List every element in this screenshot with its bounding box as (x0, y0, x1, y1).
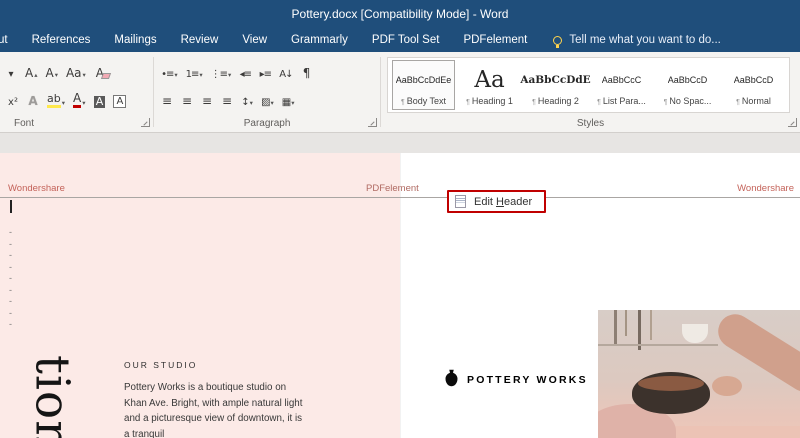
pottery-tool-stick (625, 310, 627, 336)
font-color-button[interactable]: A ▾ (70, 87, 88, 109)
header-boundary-line (0, 197, 800, 198)
align-center-button[interactable]: ≡ (178, 87, 196, 109)
numbering-button[interactable]: 1≡ ▾ (183, 59, 206, 81)
show-paragraph-marks-button[interactable]: ¶ (298, 59, 316, 81)
ribbon-tab-bar: ut References Mailings Review View Gramm… (0, 28, 800, 52)
pottery-tool-stick (614, 310, 617, 344)
paragraph-style-icon: ¶ (532, 99, 536, 106)
paragraph-style-icon: ¶ (597, 99, 601, 106)
word-window: Pottery.docx [Compatibility Mode] - Word… (0, 0, 800, 438)
sort-button[interactable]: A↓ (276, 59, 295, 81)
white-cup (682, 324, 708, 343)
align-right-button[interactable]: ≡ (198, 87, 216, 109)
studio-paragraph: Pottery Works is a boutique studio on Kh… (124, 382, 303, 438)
titlebar: Pottery.docx [Compatibility Mode] - Word (0, 0, 800, 28)
change-case-button[interactable]: Aa ▾ (63, 59, 89, 81)
increase-indent-button[interactable]: ▸≡ (256, 59, 274, 81)
styles-dialog-launcher-icon[interactable] (788, 118, 797, 127)
edit-header-label: Edit Header (474, 195, 533, 208)
ribbon: ▾ A▴ A▾ Aa▾ A x² A ab▾ A▾ A A Font (0, 52, 800, 133)
tell-me-text: Tell me what you want to do... (569, 34, 721, 46)
line-spacing-button[interactable]: ↕ ▾ (238, 87, 256, 109)
paragraph-style-icon: ¶ (736, 99, 740, 106)
paragraph-style-icon: ¶ (663, 99, 668, 106)
grow-font-button[interactable]: A ▴ (22, 59, 40, 81)
style-normal[interactable]: AaBbCcD ¶ Normal (722, 60, 785, 110)
font-dialog-launcher-icon[interactable] (141, 118, 151, 127)
edit-header-highlight-box: Edit Header (447, 190, 547, 213)
watermark-pdfelement: PDFelement (366, 183, 419, 194)
superscript-button[interactable]: x² (4, 87, 22, 109)
text-highlight-color-button[interactable]: ab ▾ (44, 87, 68, 109)
watermark-wondershare-right: Wondershare (737, 183, 794, 194)
rotated-title-text: tion (24, 355, 80, 438)
text-effects-button[interactable]: A (24, 87, 42, 109)
pottery-works-logo-icon (445, 369, 458, 387)
document-area[interactable]: Wondershare PDFelement Wondershare - - -… (0, 133, 800, 438)
style-list-paragraph[interactable]: AaBbCcC ¶ List Para... (590, 60, 653, 110)
character-shading-button[interactable]: A (90, 87, 108, 109)
font-size-dropdown-arrow[interactable]: ▾ (2, 59, 20, 81)
empty-paragraph-marks: - - - - - - - - - (9, 227, 12, 329)
paragraph-dialog-launcher-icon[interactable] (368, 118, 378, 127)
edit-header-document-icon (455, 195, 466, 208)
window-title: Pottery.docx [Compatibility Mode] - Word (291, 7, 509, 21)
multilevel-list-button[interactable]: ⋮≡ ▾ (208, 59, 235, 81)
tab-review[interactable]: Review (169, 28, 231, 52)
pottery-photo (598, 310, 800, 438)
font-group: ▾ A ▴ A ▾ Aa ▾ A x² A ab ▾ A ▾ A A Font (0, 52, 153, 132)
tool-shelf (598, 344, 718, 346)
tab-view[interactable]: View (230, 28, 279, 52)
tab-references[interactable]: References (20, 28, 103, 52)
paragraph-style-icon: ¶ (466, 99, 470, 106)
bullets-button[interactable]: •≡ ▾ (158, 59, 181, 81)
style-heading-2[interactable]: AaBbCcDdE ¶ Heading 2 (520, 60, 590, 110)
style-heading-1[interactable]: Aa ¶ Heading 1 (458, 60, 521, 110)
edit-header-menu-item[interactable]: Edit Header (449, 192, 544, 211)
enclose-characters-button[interactable]: A (110, 87, 129, 109)
shrink-font-button[interactable]: A ▾ (42, 59, 60, 81)
borders-button[interactable]: ▦ ▾ (279, 87, 298, 109)
tab-pdf-tool-set[interactable]: PDF Tool Set (360, 28, 452, 52)
justify-button[interactable]: ≡ (218, 87, 236, 109)
pottery-works-logo-text: POTTERY WORKS (467, 374, 588, 386)
pottery-tool-stick (650, 310, 652, 340)
style-body-text[interactable]: AaBbCcDdEe ¶ Body Text (392, 60, 455, 110)
clear-formatting-button[interactable]: A (91, 59, 109, 81)
lightbulb-icon (553, 35, 563, 48)
text-cursor (10, 200, 12, 213)
our-studio-heading: OUR STUDIO (124, 360, 198, 370)
font-group-label: Font (14, 118, 35, 129)
watermark-wondershare-left: Wondershare (8, 183, 65, 194)
styles-group-label: Styles (576, 118, 605, 129)
paragraph-group: •≡ ▾ 1≡ ▾ ⋮≡ ▾ ◂≡ ▸≡ A↓ ¶ ≡ ≡ ≡ ≡ ↕ ▾ ▨ ▾ ▦ ▾ (154, 52, 380, 132)
style-no-spacing[interactable]: AaBbCcD ¶ No Spac... (656, 60, 719, 110)
decrease-indent-button[interactable]: ◂≡ (236, 59, 254, 81)
styles-group: AaBbCcDdEe ¶ Body Text Aa ¶ Heading 1 AaBb… (381, 52, 800, 132)
artisan-hand (712, 376, 742, 396)
copper-bowl (632, 372, 710, 414)
align-left-button[interactable]: ≡ (158, 87, 176, 109)
paragraph-group-label: Paragraph (243, 118, 291, 129)
tab-mailings[interactable]: Mailings (102, 28, 168, 52)
tell-me-box[interactable]: Tell me what you want to do... (553, 34, 721, 48)
shading-button[interactable]: ▨ ▾ (258, 87, 277, 109)
tab-layout-partial[interactable]: ut (0, 28, 20, 52)
paragraph-style-icon: ¶ (400, 99, 405, 106)
styles-gallery: AaBbCcDdEe ¶ Body Text Aa ¶ Heading 1 AaBb… (387, 57, 790, 113)
tab-pdfelement[interactable]: PDFelement (451, 28, 539, 52)
tab-grammarly[interactable]: Grammarly (279, 28, 360, 52)
